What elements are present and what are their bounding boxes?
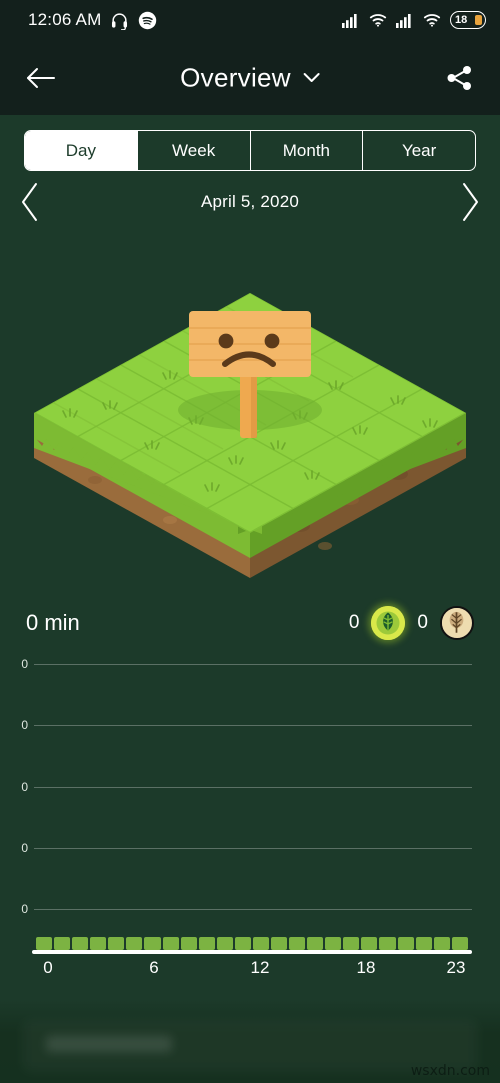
hour-bar [162,937,179,950]
hour-bar [451,937,468,950]
tab-week[interactable]: Week [138,131,251,170]
hour-bar [343,937,360,950]
hour-bar [90,937,107,950]
battery-level-label: 18 [455,13,468,26]
gridline [34,663,472,665]
hour-bar [126,937,143,950]
back-button[interactable] [24,65,58,91]
gridline [34,724,472,726]
hour-bar [108,937,125,950]
app-root: 12:06 AM 18 Overview Day Week Month Year… [0,0,500,1083]
signal-bars-icon [342,12,360,28]
hour-bar [54,937,71,950]
sign-board [189,311,311,377]
current-date-label: April 5, 2020 [200,192,300,211]
leaf-badge-icon [371,606,406,640]
period-segmented-control[interactable]: Day Week Month Year [24,130,476,171]
gridline [34,847,472,849]
status-bar-left: 12:06 AM [28,10,157,30]
hour-bar [415,937,432,950]
tab-year[interactable]: Year [363,131,475,170]
hour-bar [216,937,233,950]
status-bar-right: 18 [342,11,486,29]
hour-bar [180,937,197,950]
signal-bars-icon [396,12,414,28]
page-title: Overview [180,62,291,92]
hour-bar [198,937,215,950]
next-day-button[interactable] [458,181,482,223]
previous-day-button[interactable] [18,181,42,223]
wifi-icon [423,12,441,28]
gridline [34,786,472,788]
gridline-row: 0 [0,841,500,855]
hour-bar [379,937,396,950]
sign-post-shade [251,368,257,438]
status-bar: 12:06 AM 18 [0,0,500,40]
summary-row: 0 min 0 0 [0,600,500,646]
wifi-icon [369,12,387,28]
sign-eye-right [264,333,280,349]
hour-bar [361,937,378,950]
chevron-down-icon [303,72,320,84]
tree-count-label: 0 [417,612,428,633]
hour-bar [144,937,161,950]
app-header: Overview [0,40,500,115]
hour-bar [289,937,306,950]
gridline-row: 0 [0,902,500,916]
hour-bar [433,937,450,950]
hour-bar [234,937,251,950]
gridline-row: 0 [0,718,500,732]
gridline [34,908,472,910]
tab-day[interactable]: Day [25,131,138,170]
x-axis-tick-label: 23 [446,958,466,977]
y-axis-tick-label: 0 [21,902,28,916]
y-axis-tick-label: 0 [21,780,28,794]
sign-eye-left [218,333,234,349]
y-axis-tick-label: 0 [21,657,28,671]
hour-bar [72,937,89,950]
hour-bar [252,937,270,950]
y-axis-tick-label: 0 [21,718,28,732]
hour-bar [271,937,288,950]
x-axis-labels: 0 6 12 18 23 [32,958,472,980]
x-axis-baseline [32,950,472,954]
status-bar-clock: 12:06 AM [28,10,102,29]
share-button[interactable] [444,63,474,93]
forest-plot-illustration [0,258,500,588]
battery-fill [475,15,482,25]
x-axis-tick-label: 0 [43,958,53,977]
x-axis-tick-label: 6 [149,958,159,977]
date-navigator: April 5, 2020 [0,178,500,226]
hour-bar [36,937,53,950]
battery-indicator: 18 [450,11,486,29]
hour-bar-track [36,937,468,950]
hour-bar [325,937,342,950]
x-axis-tick-label: 12 [250,958,270,977]
hour-bar [397,937,414,950]
spotify-icon [138,11,157,30]
y-axis-tick-label: 0 [21,841,28,855]
summary-badges: 0 0 [349,606,474,640]
watermark-label: wsxdn.com [410,1063,490,1079]
gridline-row: 0 [0,657,500,671]
dead-tree-badge-icon [440,606,474,640]
gridline-row: 0 [0,780,500,794]
bottom-text-placeholder [46,1036,172,1052]
hour-bar [307,937,324,950]
focus-time-label: 0 min [26,610,80,635]
bottom-blurred-panel: wsxdn.com [0,1000,500,1083]
headphones-icon [110,11,129,30]
leaf-count-label: 0 [348,612,360,633]
tab-month[interactable]: Month [251,131,364,170]
overview-title-dropdown[interactable]: Overview [180,62,320,93]
x-axis-tick-label: 18 [356,958,376,977]
hourly-focus-chart: 0 0 0 0 0 0 6 12 18 23 [0,650,500,990]
